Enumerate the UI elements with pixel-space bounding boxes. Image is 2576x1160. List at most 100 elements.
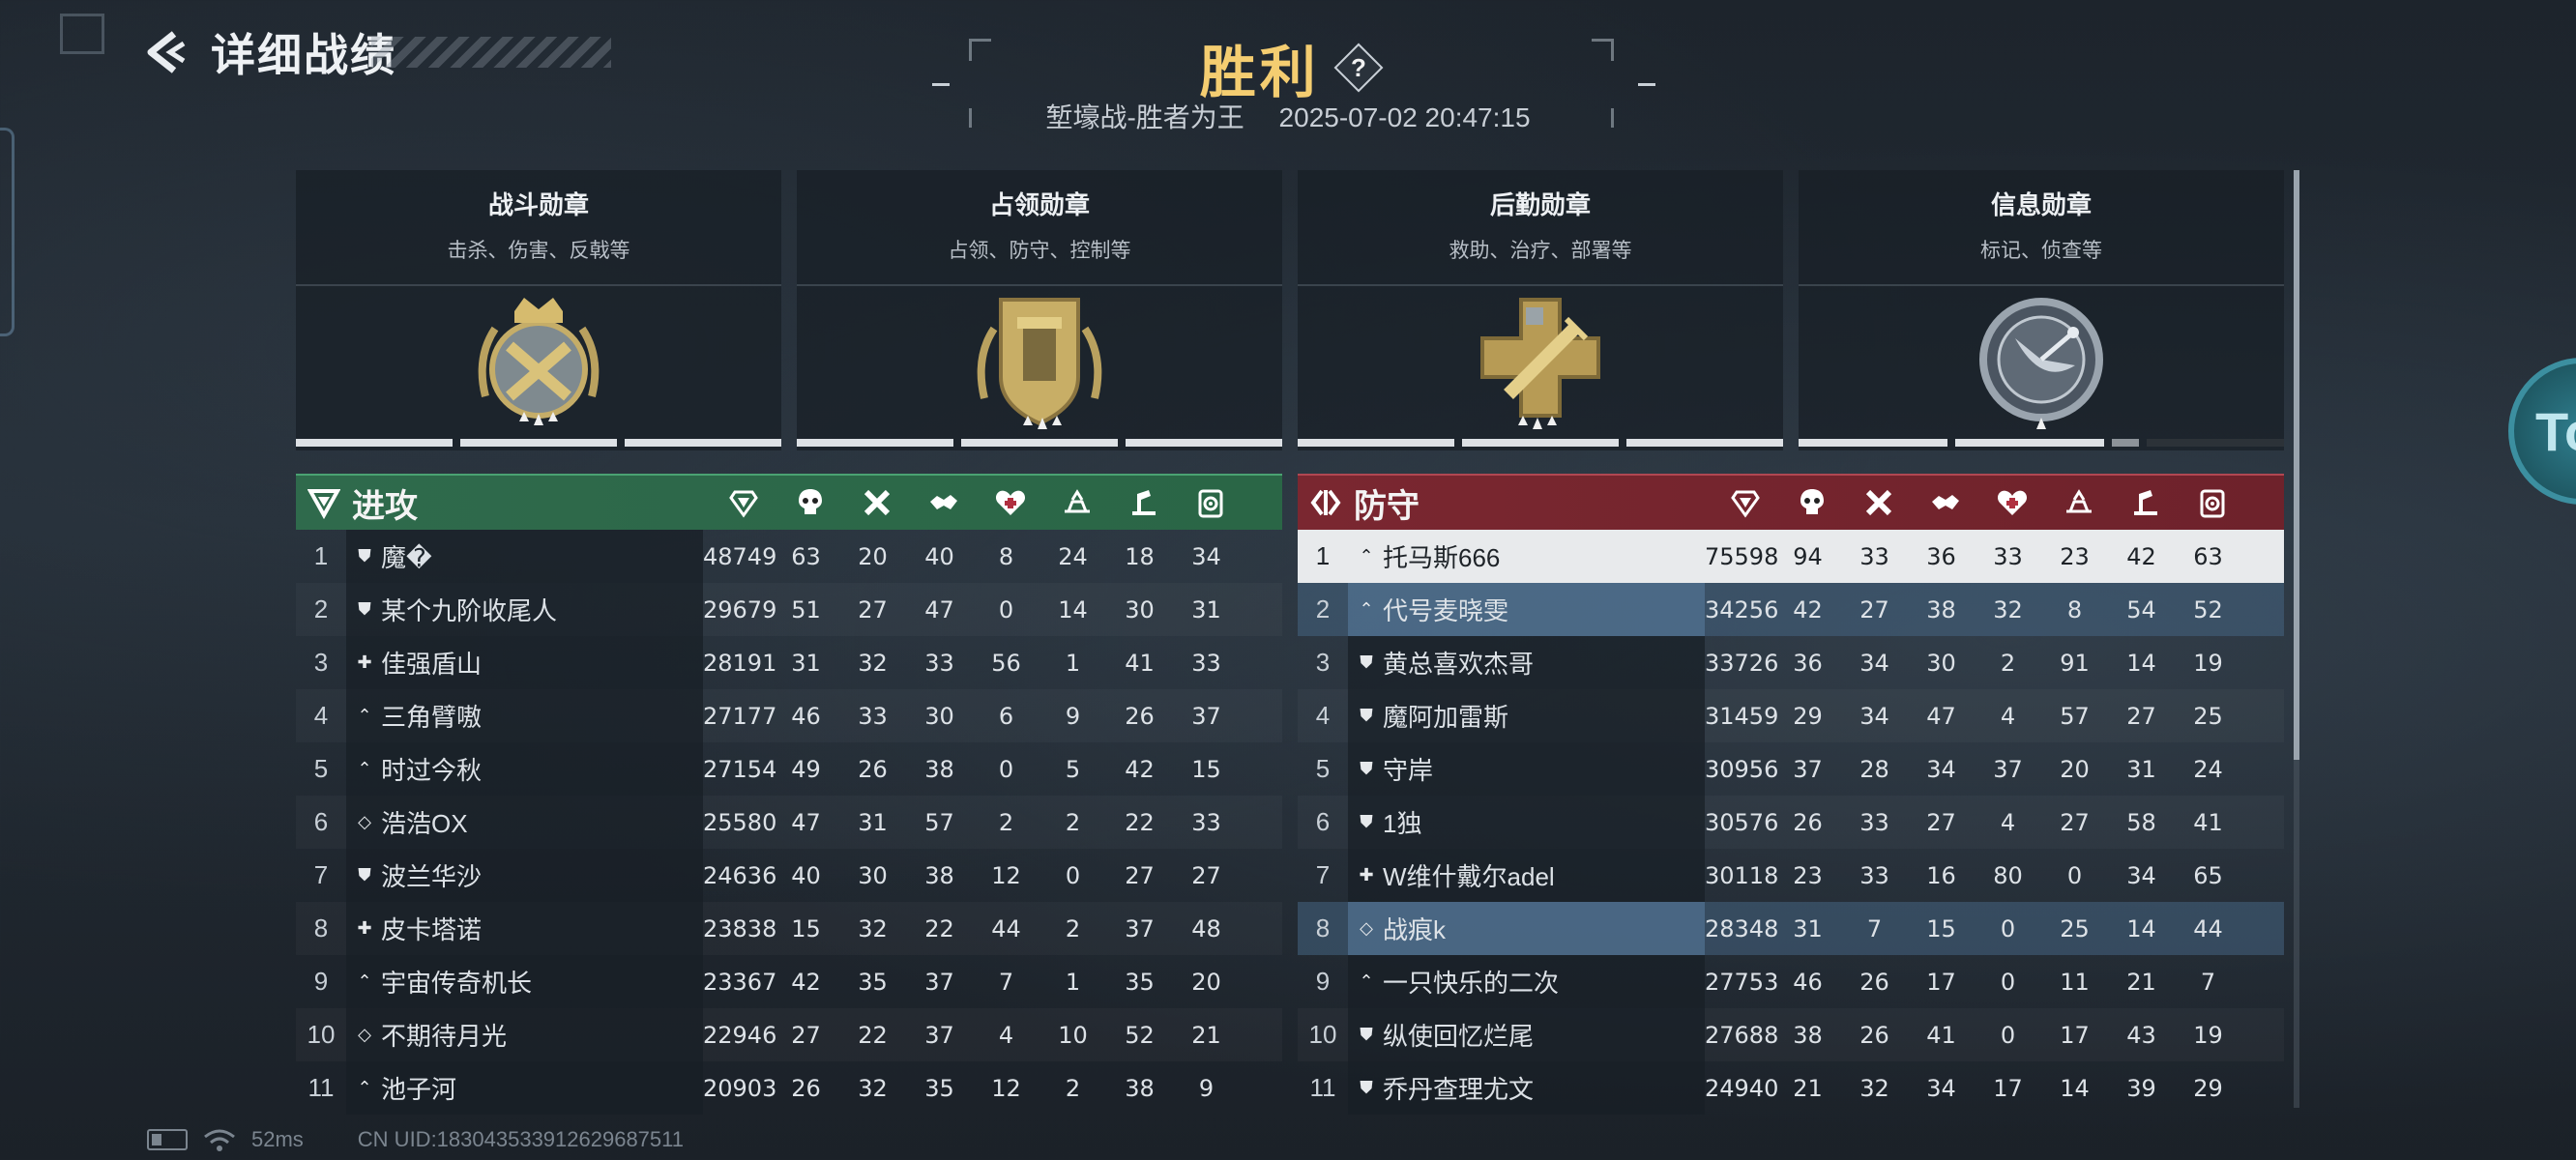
stat-assists: 37 (924, 968, 954, 996)
player-name: 托马斯666 (1383, 543, 1501, 572)
stat-assists: 47 (924, 595, 954, 624)
scrollbar[interactable] (2294, 170, 2299, 1108)
player-row[interactable]: 4 ⛊ 魔阿加雷斯 31459 29 34 47 4 57 27 25 (1298, 689, 2284, 742)
player-row[interactable]: 7 ✚ W维什戴尔adel 30118 23 33 16 80 0 34 65 (1298, 849, 2284, 902)
player-name: 代号麦晓雯 (1383, 596, 1509, 625)
stat-deaths: 33 (1859, 542, 1889, 570)
stat-score: 25580 (703, 808, 777, 836)
stat-revives: 2 (2000, 649, 2016, 677)
player-row[interactable]: 5 ⛊ 守岸 30956 37 28 34 37 20 31 24 (1298, 742, 2284, 796)
player-row[interactable]: 6 ⛊ 1独 30576 26 33 27 4 27 58 41 (1298, 796, 2284, 849)
player-row[interactable]: 11 ⛊ 乔丹查理尤文 24940 21 32 34 17 14 39 29 (1298, 1061, 2284, 1115)
player-row[interactable]: 10 ◇ 不期待月光 22946 27 22 37 4 10 52 21 (296, 1008, 1282, 1061)
stat-score: 33726 (1705, 649, 1779, 677)
stat-kills: 46 (1793, 968, 1823, 996)
deaths-icon (843, 486, 910, 519)
player-row[interactable]: 9 ⌃ 一只快乐的二次 27753 46 26 17 0 11 21 7 (1298, 955, 2284, 1008)
rank: 2 (1315, 594, 1331, 624)
player-row[interactable]: 9 ⌃ 宇宙传奇机长 23367 42 35 37 7 1 35 20 (296, 955, 1282, 1008)
stat-kills: 26 (1793, 808, 1823, 836)
medal-card-intel[interactable]: 信息勋章 标记、侦查等 (1799, 170, 2284, 450)
stat-intel: 25 (2193, 702, 2223, 730)
stat-support: 27 (1125, 861, 1155, 889)
player-row[interactable]: 6 ◇ 浩浩OX 25580 47 31 57 2 2 22 33 (296, 796, 1282, 849)
stat-deaths: 35 (858, 968, 888, 996)
capture-icon (2045, 486, 2112, 519)
stat-score: 34256 (1705, 595, 1779, 624)
stat-score: 27177 (703, 702, 777, 730)
medal-progress (1298, 439, 1783, 447)
stat-score: 30576 (1705, 808, 1779, 836)
player-row[interactable]: 7 ⛊ 波兰华沙 24636 40 30 38 12 0 27 27 (296, 849, 1282, 902)
stat-assists: 22 (924, 914, 954, 942)
stat-revives: 32 (1993, 595, 2023, 624)
assault-role-icon: ⌃ (357, 706, 372, 725)
player-row[interactable]: 2 ⛊ 某个九阶收尾人 29679 51 27 47 0 14 30 31 (296, 583, 1282, 636)
stat-assists: 38 (924, 755, 954, 783)
stat-assists: 30 (1926, 649, 1956, 677)
stat-capture: 20 (2060, 755, 2090, 783)
player-cell: ✚ W维什戴尔adel (1348, 849, 1705, 902)
player-cell: ⌃ 代号麦晓雯 (1348, 583, 1705, 636)
player-row[interactable]: 10 ⛊ 纵使回忆烂尾 27688 38 26 41 0 17 43 19 (1298, 1008, 2284, 1061)
help-icon: ? (1351, 53, 1367, 82)
stat-support: 21 (2126, 968, 2156, 996)
player-name: 乔丹查理尤文 (1383, 1075, 1535, 1104)
assistant-label: To (2535, 401, 2576, 462)
stat-capture: 14 (1058, 595, 1088, 624)
rank: 7 (1315, 860, 1331, 889)
player-name: 战痕k (1383, 915, 1447, 944)
stat-support: 38 (1125, 1074, 1155, 1102)
player-row[interactable]: 1 ⛊ 魔� 48749 63 20 40 8 24 18 34 (296, 530, 1282, 583)
stat-capture: 2 (1065, 1074, 1081, 1102)
scrollbar-thumb[interactable] (2294, 170, 2299, 760)
medal-desc: 标记、侦查等 (1980, 240, 2102, 262)
stat-capture: 9 (1065, 702, 1081, 730)
stat-intel: 33 (1191, 649, 1221, 677)
stat-support: 18 (1125, 542, 1155, 570)
stat-revives: 12 (991, 1074, 1021, 1102)
medal-card-logistics[interactable]: 后勤勋章 救助、治疗、部署等 (1298, 170, 1783, 450)
stat-capture: 1 (1065, 649, 1081, 677)
player-row[interactable]: 3 ✚ 佳强盾山 28191 31 32 33 56 1 41 33 (296, 636, 1282, 689)
help-button[interactable]: ? (1333, 43, 1384, 93)
player-name: 守岸 (1383, 756, 1434, 785)
attack-team-table: 进攻 1 ⛊ 魔� 48749 63 20 40 8 24 18 34 2 ⛊ 某个九阶收尾人 29679 5… (296, 474, 1282, 1115)
rank: 1 (313, 541, 329, 570)
stat-deaths: 34 (1859, 702, 1889, 730)
player-row[interactable]: 4 ⌃ 三角臂嗷 27177 46 33 30 6 9 26 37 (296, 689, 1282, 742)
player-row[interactable]: 2 ⌃ 代号麦晓雯 34256 42 27 38 32 8 54 52 (1298, 583, 2284, 636)
shield-role-icon: ⛊ (1360, 812, 1373, 831)
rank: 2 (313, 594, 329, 624)
player-cell: ⛊ 乔丹查理尤文 (1348, 1061, 1705, 1115)
stat-capture: 5 (1065, 755, 1081, 783)
player-row[interactable]: 11 ⌃ 池子河 20903 26 32 35 12 2 38 9 (296, 1061, 1282, 1115)
stat-capture: 2 (1065, 914, 1081, 942)
player-row[interactable]: 3 ⛊ 黄总喜欢杰哥 33726 36 34 30 2 91 14 19 (1298, 636, 2284, 689)
stat-revives: 4 (2000, 808, 2016, 836)
floating-assistant-button[interactable]: To (2508, 358, 2576, 505)
rank: 6 (313, 807, 329, 836)
player-name: 纵使回忆烂尾 (1383, 1022, 1535, 1051)
player-name: 魔阿加雷斯 (1383, 703, 1509, 732)
stat-assists: 38 (1926, 595, 1956, 624)
stat-deaths: 33 (1859, 861, 1889, 889)
stat-deaths: 31 (858, 808, 888, 836)
player-cell: ⛊ 魔� (346, 530, 703, 583)
stat-assists: 15 (1926, 914, 1956, 942)
stat-kills: 31 (791, 649, 821, 677)
stat-capture: 17 (2060, 1021, 2090, 1049)
player-name: 黄总喜欢杰哥 (1383, 650, 1535, 679)
player-row[interactable]: 1 ⌃ 托马斯666 75598 94 33 36 33 23 42 63 (1298, 530, 2284, 583)
assault-role-icon: ⌃ (357, 759, 372, 778)
medal-card-capture[interactable]: 占领勋章 占领、防守、控制等 (797, 170, 1282, 450)
medal-card-combat[interactable]: 战斗勋章 击杀、伤害、反戟等 (296, 170, 781, 450)
status-footer: 52ms CN UID:1830435339126296875​11 (147, 1127, 684, 1152)
player-row[interactable]: 8 ✚ 皮卡塔诺 23838 15 32 22 44 2 37 48 (296, 902, 1282, 955)
side-drawer-tab[interactable] (0, 128, 15, 336)
player-row[interactable]: 5 ⌃ 时过今秋 27154 49 26 38 0 5 42 15 (296, 742, 1282, 796)
player-row[interactable]: 8 ◇ 战痕k 28348 31 7 15 0 25 14 44 (1298, 902, 2284, 955)
stat-score: 22946 (703, 1021, 777, 1049)
score-icon (710, 486, 776, 519)
rank: 6 (1315, 807, 1331, 836)
